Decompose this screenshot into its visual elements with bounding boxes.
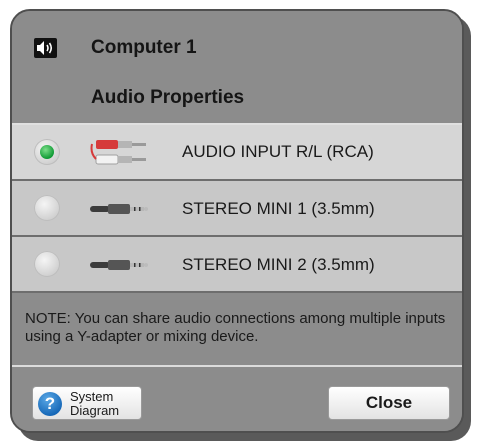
rca-connector-icon	[90, 140, 146, 165]
radio-button-mini-1[interactable]	[34, 195, 60, 221]
close-button[interactable]: Close	[328, 386, 450, 420]
radio-button-rca[interactable]	[34, 139, 60, 165]
audio-input-option-mini-2[interactable]: STEREO MINI 2 (3.5mm)	[12, 237, 462, 293]
system-diagram-label: System Diagram	[70, 389, 120, 418]
note-text: NOTE: You can share audio connections am…	[25, 310, 446, 345]
audio-properties-dialog: Computer 1 Audio Properties AUDIO INPUT …	[10, 9, 464, 433]
audio-input-option-mini-1[interactable]: STEREO MINI 1 (3.5mm)	[12, 181, 462, 237]
speaker-icon	[34, 38, 57, 58]
dialog-title: Computer 1	[91, 37, 197, 58]
audio-input-label: STEREO MINI 1 (3.5mm)	[182, 199, 375, 218]
mini-jack-icon	[90, 204, 148, 214]
radio-button-mini-2[interactable]	[34, 251, 60, 277]
audio-input-option-rca[interactable]: AUDIO INPUT R/L (RCA)	[12, 125, 462, 181]
mini-jack-icon	[90, 260, 148, 270]
note-section: NOTE: You can share audio connections am…	[12, 300, 462, 367]
question-icon: ?	[38, 392, 62, 416]
dialog-subtitle: Audio Properties	[91, 87, 245, 108]
system-diagram-button[interactable]: ? System Diagram	[32, 386, 142, 420]
radio-selected-dot	[40, 145, 54, 159]
dialog-header: Computer 1 Audio Properties	[12, 11, 462, 125]
dialog-footer: ? System Diagram Close	[12, 367, 462, 431]
audio-input-label: AUDIO INPUT R/L (RCA)	[182, 142, 374, 161]
audio-input-label: STEREO MINI 2 (3.5mm)	[182, 255, 375, 274]
